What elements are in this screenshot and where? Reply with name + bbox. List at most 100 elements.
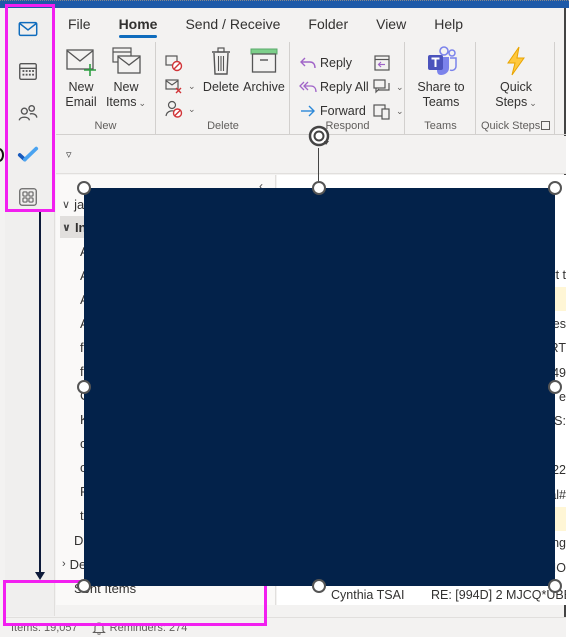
customize-toolbar-icon[interactable]: ▿ bbox=[66, 148, 72, 161]
ribbon-group-respond: Reply Reply All Forward ⌄ ⌄ Respond bbox=[291, 42, 405, 134]
reminders-button[interactable]: Reminders: 274 bbox=[91, 621, 188, 635]
nav-todo[interactable] bbox=[13, 140, 43, 170]
new-email-label-1: New bbox=[68, 80, 94, 94]
dialog-launcher-icon[interactable] bbox=[541, 121, 550, 130]
forward-button[interactable]: Forward bbox=[299, 100, 366, 122]
tab-send-receive[interactable]: Send / Receive bbox=[185, 12, 280, 36]
folder-item[interactable]: › De bbox=[60, 553, 86, 575]
group-label-new: New bbox=[94, 120, 117, 132]
archive-button[interactable]: Archive bbox=[241, 46, 287, 95]
resize-handle-bottom-left[interactable] bbox=[77, 579, 91, 593]
share-to-teams-button[interactable]: Share to Teams bbox=[410, 46, 472, 110]
folder-item[interactable]: ∨ ja bbox=[60, 193, 84, 215]
clean-up-button[interactable]: ⌄ bbox=[165, 75, 196, 97]
calendar-reply-icon bbox=[374, 55, 390, 71]
chevron-down-icon[interactable]: ∨ bbox=[62, 198, 70, 211]
resize-handle-right[interactable] bbox=[548, 380, 562, 394]
tab-home[interactable]: Home bbox=[118, 12, 157, 38]
ribbon-group-new: New Email New Items ⌄ New bbox=[56, 42, 156, 134]
redaction-box[interactable] bbox=[84, 188, 555, 586]
chevron-down-icon: ⌄ bbox=[138, 98, 147, 108]
new-items-button[interactable]: New Items ⌄ bbox=[104, 46, 148, 111]
lightning-icon bbox=[507, 46, 525, 76]
reply-icon bbox=[300, 57, 316, 69]
nav-rail bbox=[5, 8, 55, 616]
group-label-delete: Delete bbox=[207, 120, 239, 132]
reply-button[interactable]: Reply bbox=[299, 52, 352, 74]
new-email-button[interactable]: New Email bbox=[62, 46, 100, 110]
nav-apps[interactable] bbox=[13, 182, 43, 212]
block-sender-icon bbox=[165, 100, 183, 118]
chevron-down-icon[interactable]: ∨ bbox=[62, 221, 71, 234]
folder-item[interactable]: t bbox=[60, 504, 84, 526]
item-count: Items: 19,057 bbox=[11, 621, 78, 634]
tab-help[interactable]: Help bbox=[434, 12, 463, 36]
resize-handle-top[interactable] bbox=[312, 181, 326, 195]
archive-label: Archive bbox=[243, 80, 285, 94]
ribbon-group-quick-steps: Quick Steps ⌄ Quick Steps bbox=[477, 42, 555, 134]
meeting-reply-button[interactable] bbox=[373, 52, 394, 74]
nav-calendar[interactable] bbox=[13, 56, 43, 86]
chevron-down-icon: ⌄ bbox=[188, 103, 196, 114]
resize-handle-bottom-right[interactable] bbox=[548, 579, 562, 593]
new-items-icon bbox=[112, 47, 141, 74]
tab-folder[interactable]: Folder bbox=[308, 12, 348, 36]
ignore-button[interactable] bbox=[165, 52, 186, 74]
ribbon-group-teams: Share to Teams Teams bbox=[406, 42, 476, 134]
quick-steps-label-text: Steps bbox=[495, 95, 528, 109]
ignore-icon bbox=[165, 55, 183, 72]
clean-up-icon bbox=[165, 79, 182, 94]
reply-all-button[interactable]: Reply All bbox=[299, 76, 369, 98]
reminders-count: Reminders: 274 bbox=[109, 621, 188, 634]
forward-icon bbox=[301, 105, 315, 117]
quick-steps-button[interactable]: Quick Steps ⌄ bbox=[485, 46, 547, 111]
share-teams-label-2: Teams bbox=[422, 95, 460, 109]
share-teams-label-1: Share to bbox=[417, 80, 465, 94]
group-label-teams: Teams bbox=[424, 120, 457, 132]
resize-handle-bottom[interactable] bbox=[312, 579, 326, 593]
junk-button[interactable]: ⌄ bbox=[165, 98, 196, 120]
bell-icon bbox=[91, 621, 106, 635]
message-sender: Cynthia TSAI bbox=[331, 588, 405, 602]
quick-steps-label-1: Quick bbox=[500, 80, 532, 94]
annotation-arrow bbox=[39, 212, 41, 576]
chevron-down-icon: ⌄ bbox=[529, 98, 537, 108]
im-reply-button[interactable]: ⌄ bbox=[373, 76, 404, 98]
folder-item[interactable]: f bbox=[60, 336, 84, 358]
reply-label: Reply bbox=[320, 56, 352, 70]
chevron-right-icon[interactable]: › bbox=[62, 558, 66, 570]
chevron-down-icon: ⌄ bbox=[396, 81, 404, 92]
resize-handle-left[interactable] bbox=[77, 380, 91, 394]
new-items-label-2: Items ⌄ bbox=[104, 95, 148, 111]
quick-steps-label-2: Steps ⌄ bbox=[485, 95, 547, 111]
tab-view[interactable]: View bbox=[376, 12, 406, 36]
chat-icon bbox=[373, 79, 390, 94]
nav-mail[interactable] bbox=[13, 14, 43, 44]
forward-label: Forward bbox=[320, 104, 366, 118]
apps-grid-icon bbox=[19, 188, 37, 206]
more-respond-button[interactable]: ⌄ bbox=[373, 100, 404, 122]
todo-check-icon bbox=[17, 146, 39, 162]
nav-people[interactable] bbox=[13, 98, 43, 128]
resize-handle-top-right[interactable] bbox=[548, 181, 562, 195]
new-email-label-2: Email bbox=[65, 95, 97, 109]
annotation-arrow-head bbox=[35, 572, 45, 580]
ribbon-group-delete: ⌄ ⌄ Delete Archive Delete bbox=[157, 42, 290, 134]
calendar-icon bbox=[19, 62, 37, 80]
ribbon-tabs: File Home Send / Receive Folder View Hel… bbox=[56, 8, 564, 40]
delete-button[interactable]: Delete bbox=[201, 46, 241, 95]
status-bar: Items: 19,057 Reminders: 274 bbox=[5, 617, 566, 637]
resize-handle-top-left[interactable] bbox=[77, 181, 91, 195]
trash-icon bbox=[212, 47, 230, 75]
device-icon bbox=[373, 104, 390, 120]
folder-item[interactable]: f bbox=[60, 360, 84, 382]
folder-item[interactable]: c bbox=[60, 432, 87, 454]
rotate-handle-icon[interactable] bbox=[307, 124, 331, 148]
folder-item[interactable]: c bbox=[60, 456, 87, 478]
delete-label: Delete bbox=[202, 80, 240, 94]
rail-active-indicator bbox=[5, 18, 7, 42]
people-icon bbox=[18, 104, 38, 121]
new-items-label-text: Items bbox=[105, 95, 137, 109]
tab-file[interactable]: File bbox=[68, 12, 91, 36]
reply-all-icon bbox=[299, 81, 317, 93]
